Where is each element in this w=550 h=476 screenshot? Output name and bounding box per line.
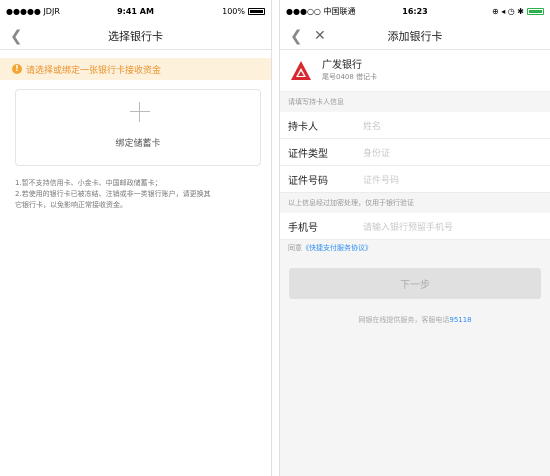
- field-label: 证件号码: [288, 175, 328, 187]
- right-screen: ●●●○○ 中国联通 16:23 ⊕ ◂ ◷ ✱ ❮ ✕ 添加银行卡 广发银行 …: [279, 0, 550, 476]
- battery-icon: [527, 7, 544, 15]
- battery-label: 100%: [222, 6, 245, 16]
- tip-line-2: 2.若使用的银行卡已被冻结、注销或非一类银行账户，请更换其: [15, 190, 211, 198]
- bank-card-info: 尾号0408 借记卡: [322, 72, 378, 81]
- bind-debit-card-button[interactable]: 绑定储蓄卡: [15, 89, 261, 166]
- section-title-holder: 请填写持卡人信息: [288, 98, 344, 106]
- encryption-note: 以上信息经过加密处理，仅用于银行验证: [288, 199, 414, 207]
- bind-card-label: 绑定储蓄卡: [115, 139, 161, 149]
- page-title: 添加银行卡: [387, 29, 443, 43]
- bank-card-header[interactable]: 广发银行 尾号0408 借记卡: [280, 50, 550, 92]
- status-icons: ⊕ ◂ ◷ ✱: [492, 7, 544, 16]
- notice-banner: ! 请选择或绑定一张银行卡接收资金: [0, 58, 271, 80]
- status-bar: ●●●●● JDJR 9:41 AM 100%: [0, 0, 271, 22]
- notice-text: 请选择或绑定一张银行卡接收资金: [26, 65, 162, 76]
- battery-indicator: 100%: [222, 7, 265, 16]
- status-glyphs: ⊕ ◂ ◷ ✱: [491, 6, 524, 16]
- info-icon: !: [12, 64, 22, 74]
- carrier-label: ●●●○○ 中国联通: [286, 6, 356, 16]
- agreement-row: 同意 《快捷支付服务协议》: [280, 240, 550, 256]
- battery-icon: [248, 7, 265, 15]
- agreement-link[interactable]: 《快捷支付服务协议》: [302, 243, 372, 253]
- chevron-left-icon[interactable]: ❮: [290, 27, 303, 45]
- field-label: 证件类型: [288, 148, 328, 160]
- cardholder-input[interactable]: 姓名: [363, 119, 381, 132]
- left-screen: ●●●●● JDJR 9:41 AM 100% ❮ 选择银行卡 ! 请选择或绑定…: [0, 0, 272, 476]
- id-number-field[interactable]: 证件号码 证件号码: [280, 166, 550, 193]
- bank-name: 广发银行: [322, 59, 362, 71]
- cardholder-field[interactable]: 持卡人 姓名: [280, 112, 550, 139]
- close-icon[interactable]: ✕: [314, 27, 326, 45]
- bank-logo-icon: [290, 60, 312, 82]
- status-bar: ●●●○○ 中国联通 16:23 ⊕ ◂ ◷ ✱: [280, 0, 550, 22]
- field-label: 持卡人: [288, 121, 318, 133]
- service-phone-link[interactable]: 95118: [449, 316, 471, 324]
- service-note: 网银在线提供服务，客服电话95118: [280, 315, 550, 325]
- tips-text: 1.暂不支持信用卡、小金卡、中国邮政储蓄卡； 2.若使用的银行卡已被冻结、注销或…: [15, 178, 263, 211]
- id-type-field[interactable]: 证件类型 身份证: [280, 139, 550, 166]
- screen-divider: [272, 0, 279, 476]
- nav-bar: ❮ 选择银行卡: [0, 22, 271, 50]
- phone-field[interactable]: 手机号 请输入银行预留手机号: [280, 213, 550, 240]
- tip-line-1: 1.暂不支持信用卡、小金卡、中国邮政储蓄卡；: [15, 179, 162, 187]
- tip-line-3: 它银行卡，以免影响正常接收资金。: [15, 201, 127, 209]
- agree-prefix: 同意: [288, 244, 302, 252]
- carrier-label: ●●●●● JDJR: [6, 6, 60, 16]
- nav-bar: ❮ ✕ 添加银行卡: [280, 22, 550, 50]
- service-text: 网银在线提供服务，客服电话: [358, 316, 450, 324]
- chevron-left-icon[interactable]: ❮: [10, 27, 23, 45]
- page-title: 选择银行卡: [108, 29, 163, 43]
- field-label: 手机号: [288, 222, 318, 234]
- phone-input[interactable]: 请输入银行预留手机号: [363, 220, 453, 233]
- plus-icon: [130, 102, 150, 122]
- next-step-button[interactable]: 下一步: [289, 268, 541, 299]
- id-number-input[interactable]: 证件号码: [363, 173, 399, 186]
- id-type-value[interactable]: 身份证: [363, 146, 390, 159]
